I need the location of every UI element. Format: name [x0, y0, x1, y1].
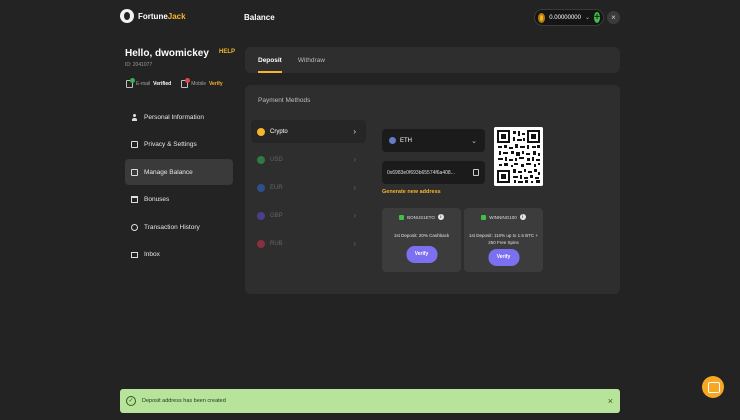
page-title: Balance — [244, 13, 275, 22]
tab-deposit[interactable]: Deposit — [258, 53, 282, 73]
chevron-right-icon: › — [353, 183, 356, 192]
settings-icon — [131, 141, 138, 148]
chevron-right-icon: › — [353, 239, 356, 248]
menu-item-inbox[interactable]: Inbox — [125, 242, 233, 268]
chevron-right-icon: › — [353, 211, 356, 220]
menu-item-label: Inbox — [144, 251, 160, 258]
toast-close-button[interactable]: × — [608, 396, 613, 406]
bonus-code: WINNING100 — [489, 214, 517, 220]
verification-status: E-mail Verified Mobile Verify — [126, 78, 223, 88]
crypto-icon — [257, 127, 265, 136]
bonus-description: 1st Deposit: 20% Cashback — [393, 233, 450, 238]
logo-icon — [120, 9, 134, 23]
menu-item-label: Bonuses — [144, 196, 170, 203]
method-gbp[interactable]: GBP › — [251, 204, 366, 227]
email-label: E-mail — [136, 81, 151, 87]
gift-icon — [481, 214, 487, 220]
deposit-address-value: 0x6983e0f693b65574f6a408... — [387, 169, 455, 176]
logo-text: FortuneJack — [138, 11, 186, 21]
rub-icon — [257, 239, 265, 248]
bonus-card: WINNING100 i 1st Deposit: 110% up to 1.5… — [464, 208, 543, 272]
payment-method-list: Crypto › USD › EUR › GBP › RUB › — [251, 120, 366, 260]
qr-code — [494, 127, 543, 186]
menu-item-label: Privacy & Settings — [144, 141, 197, 148]
brand-logo[interactable]: FortuneJack — [120, 9, 186, 23]
eur-icon — [257, 183, 265, 192]
eth-icon — [389, 137, 396, 144]
method-label: Crypto — [270, 128, 288, 135]
chevron-right-icon: › — [353, 155, 356, 164]
generate-address-link[interactable]: Generate new address — [382, 189, 441, 195]
copy-icon[interactable] — [473, 169, 479, 176]
mobile-label: Mobile — [191, 81, 206, 87]
method-eur[interactable]: EUR › — [251, 176, 366, 199]
history-icon — [131, 223, 138, 231]
currency-selected-value: ETH — [400, 137, 412, 144]
bonus-header: WINNING100 i — [464, 214, 543, 220]
email-icon — [126, 78, 135, 88]
check-circle-icon: ✓ — [126, 396, 136, 406]
success-toast: ✓ Deposit address has been created × — [120, 389, 620, 413]
chevron-right-icon: › — [353, 127, 356, 136]
menu-item-label: Manage Balance — [144, 168, 193, 176]
method-label: GBP — [270, 212, 283, 219]
currency-select[interactable]: ETH ⌄ — [382, 129, 485, 152]
bitcoin-icon — [538, 12, 546, 23]
menu-item-privacy-settings[interactable]: Privacy & Settings — [125, 132, 233, 158]
user-id: ID: 2041077 — [125, 62, 153, 68]
bonus-verify-button[interactable]: Verify — [488, 249, 519, 266]
gift-icon — [399, 214, 405, 220]
deposit-plus-button[interactable]: + — [594, 12, 600, 23]
toast-message: Deposit address has been created — [142, 398, 226, 404]
mail-icon — [131, 251, 138, 258]
menu-item-label: Personal Information — [144, 113, 204, 121]
menu-item-manage-balance[interactable]: Manage Balance — [125, 159, 233, 185]
info-icon[interactable]: i — [437, 214, 444, 220]
bonus-verify-button[interactable]: Verify — [406, 246, 437, 263]
method-rub[interactable]: RUB › — [251, 232, 366, 255]
menu-item-transaction-history[interactable]: Transaction History — [125, 214, 233, 240]
menu-item-bonuses[interactable]: Bonuses — [125, 187, 233, 213]
info-icon[interactable]: i — [519, 214, 526, 220]
balance-tabs: Deposit Withdraw — [245, 47, 620, 73]
chevron-down-icon: ⌄ — [584, 15, 590, 21]
method-usd[interactable]: USD › — [251, 148, 366, 171]
user-greeting: Hello, dwomickey — [125, 48, 209, 59]
tab-withdraw[interactable]: Withdraw — [298, 53, 325, 68]
balance-selector[interactable]: 0.00000000 ⌄ + — [534, 9, 604, 26]
mobile-verify-link[interactable]: Verify — [209, 81, 223, 87]
bonus-card: BONUS1ETO i 1st Deposit: 20% Cashback Ve… — [382, 208, 461, 272]
usd-icon — [257, 155, 265, 164]
mobile-icon — [181, 78, 191, 88]
method-crypto[interactable]: Crypto › — [251, 120, 366, 143]
close-button[interactable]: × — [607, 11, 620, 24]
user-icon — [131, 113, 138, 121]
method-label: USD — [270, 156, 283, 163]
account-menu: Personal Information Privacy & Settings … — [125, 104, 233, 269]
bonus-code: BONUS1ETO — [407, 214, 435, 220]
chat-support-button[interactable] — [702, 376, 724, 398]
chevron-down-icon: ⌄ — [471, 137, 477, 145]
wallet-icon — [131, 168, 138, 176]
gbp-icon — [257, 211, 265, 220]
mobile-status: Mobile Verify — [181, 78, 223, 88]
email-verified-badge: Verified — [153, 81, 172, 87]
gift-icon — [131, 196, 138, 203]
bonus-header: BONUS1ETO i — [382, 214, 461, 220]
email-status: E-mail Verified — [126, 78, 172, 88]
menu-item-personal-information[interactable]: Personal Information — [125, 104, 233, 130]
method-label: RUB — [270, 240, 283, 247]
help-link[interactable]: HELP — [219, 49, 235, 55]
deposit-address-field[interactable]: 0x6983e0f693b65574f6a408... — [382, 161, 485, 184]
bonus-description: 1st Deposit: 110% up to 1.5 BTC + 250 Fr… — [468, 233, 539, 245]
menu-item-label: Transaction History — [144, 223, 200, 231]
payment-methods-title: Payment Methods — [258, 97, 311, 104]
method-label: EUR — [270, 184, 283, 191]
balance-value: 0.00000000 — [549, 14, 581, 21]
